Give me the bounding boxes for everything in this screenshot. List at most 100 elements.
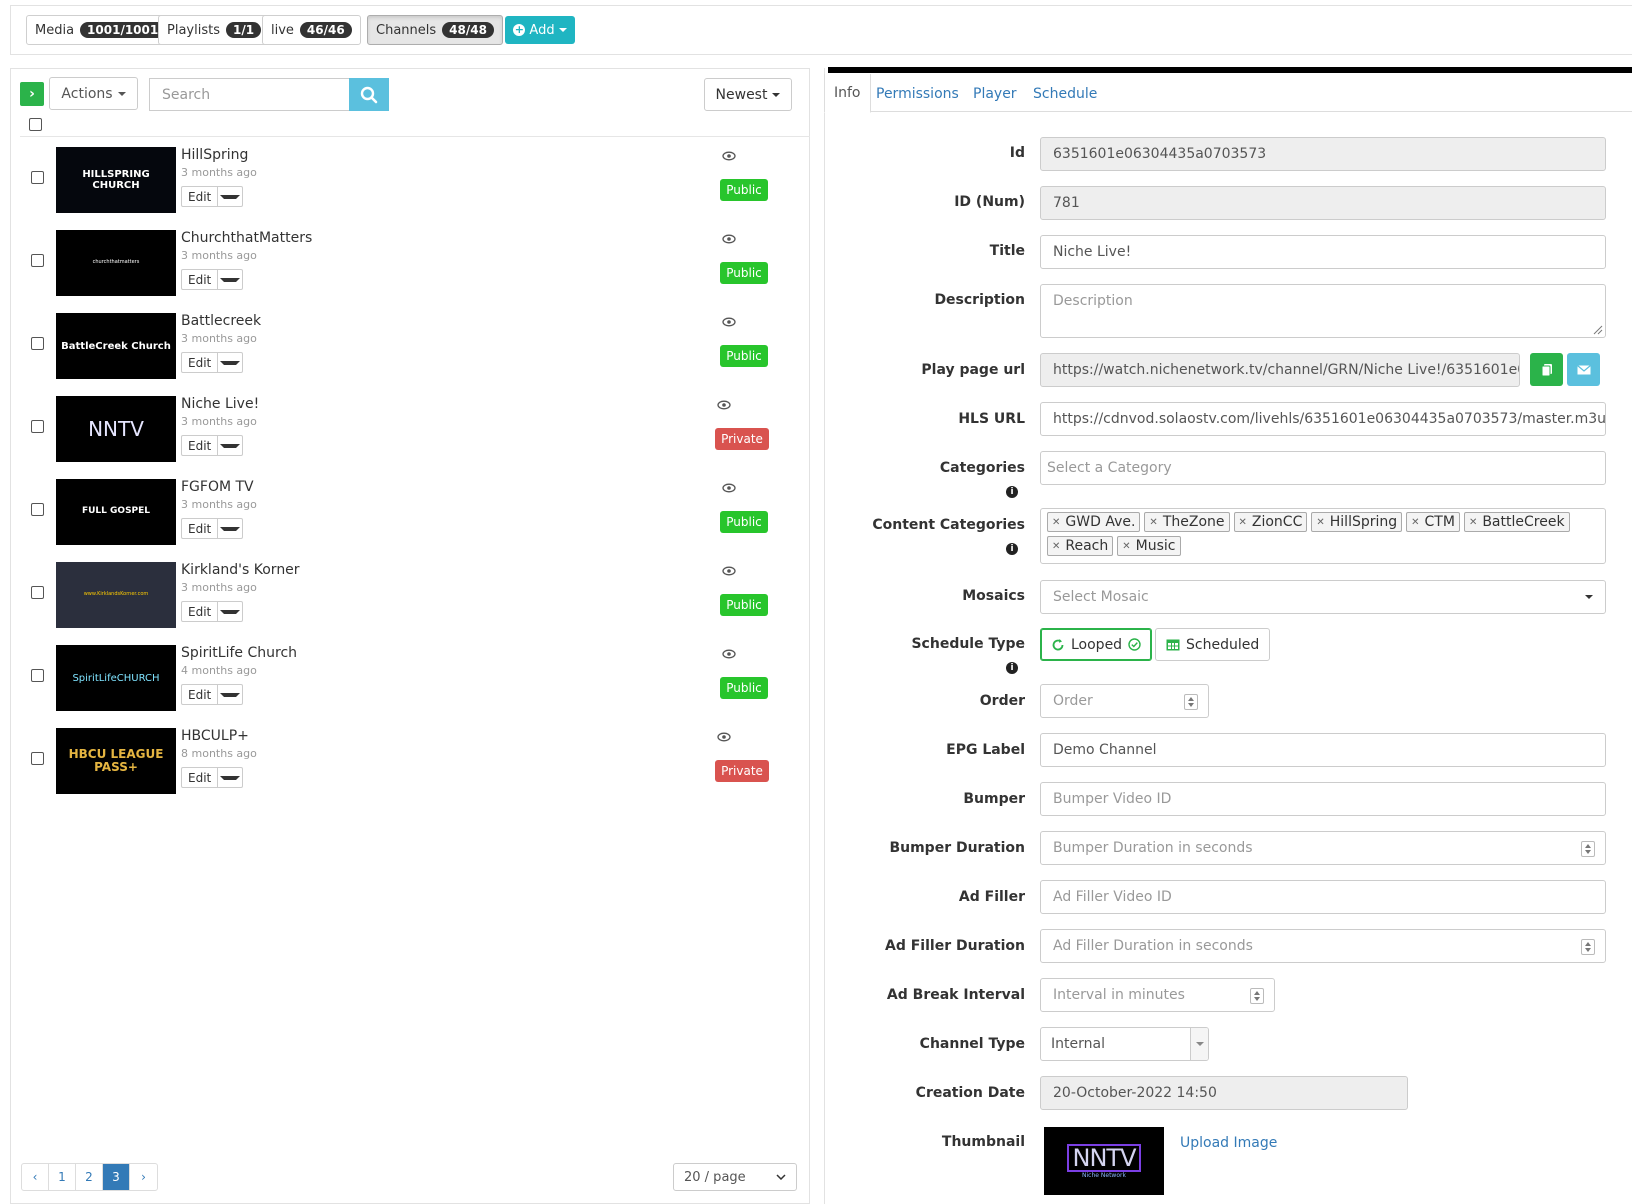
edit-button[interactable]: Edit: [182, 436, 217, 455]
channel-type-select[interactable]: Internal: [1040, 1027, 1209, 1061]
row-checkbox[interactable]: [31, 420, 44, 433]
edit-dropdown-toggle[interactable]: [217, 353, 242, 372]
channel-row[interactable]: SpiritLifeCHURCH SpiritLife Church 4 month…: [20, 639, 790, 722]
upload-image-link[interactable]: Upload Image: [1180, 1135, 1277, 1151]
edit-button[interactable]: Edit: [182, 602, 217, 621]
search-input[interactable]: Search: [149, 78, 349, 111]
channel-title[interactable]: Niche Live!: [181, 396, 259, 412]
channel-thumbnail[interactable]: HBCU LEAGUE PASS+: [56, 728, 176, 794]
row-checkbox[interactable]: [31, 586, 44, 599]
epg-label-input[interactable]: Demo Channel: [1040, 733, 1606, 767]
expand-button[interactable]: ›: [20, 82, 44, 106]
pagination-prev[interactable]: ‹: [22, 1164, 49, 1190]
pagination-page-2[interactable]: 2: [76, 1164, 103, 1190]
channel-thumbnail[interactable]: BattleCreek Church: [56, 313, 176, 379]
edit-button[interactable]: Edit: [182, 685, 217, 704]
info-icon[interactable]: i: [1006, 662, 1018, 674]
edit-button[interactable]: Edit: [182, 353, 217, 372]
remove-tag-icon[interactable]: ✕: [1052, 517, 1060, 528]
row-checkbox[interactable]: [31, 669, 44, 682]
row-checkbox[interactable]: [31, 171, 44, 184]
edit-dropdown-toggle[interactable]: [217, 270, 242, 289]
row-checkbox[interactable]: [31, 752, 44, 765]
channel-thumbnail[interactable]: FULL GOSPEL: [56, 479, 176, 545]
channel-title[interactable]: FGFOM TV: [181, 479, 254, 495]
pagination-page-3[interactable]: 3: [103, 1164, 130, 1190]
per-page-select[interactable]: 20 / page: [673, 1163, 797, 1191]
remove-tag-icon[interactable]: ✕: [1469, 517, 1477, 528]
edit-dropdown-toggle[interactable]: [217, 685, 242, 704]
channel-title[interactable]: HBCULP+: [181, 728, 249, 744]
email-url-button[interactable]: [1567, 353, 1600, 386]
description-textarea[interactable]: Description: [1040, 284, 1606, 338]
spinner-icon[interactable]: [1581, 939, 1595, 955]
add-button[interactable]: + Add: [505, 16, 575, 44]
remove-tag-icon[interactable]: ✕: [1052, 541, 1060, 552]
search-button[interactable]: [349, 78, 389, 111]
channel-row[interactable]: HBCU LEAGUE PASS+ HBCULP+ 8 months ago Edit…: [20, 722, 790, 805]
channel-thumbnail[interactable]: HILLSPRING CHURCH: [56, 147, 176, 213]
tab-info[interactable]: Info: [824, 74, 871, 113]
channel-thumbnail[interactable]: SpiritLifeCHURCH: [56, 645, 176, 711]
remove-tag-icon[interactable]: ✕: [1239, 517, 1247, 528]
copy-url-button[interactable]: [1530, 353, 1563, 386]
remove-tag-icon[interactable]: ✕: [1411, 517, 1419, 528]
bumper-duration-input[interactable]: Bumper Duration in seconds: [1040, 831, 1606, 865]
tab-player[interactable]: Player: [964, 74, 1026, 113]
row-checkbox[interactable]: [31, 337, 44, 350]
hls-url-field[interactable]: https://cdnvod.solaostv.com/livehls/6351…: [1040, 402, 1606, 436]
channel-thumbnail[interactable]: www.KirklandsKorner.com: [56, 562, 176, 628]
edit-dropdown-toggle[interactable]: [217, 602, 242, 621]
edit-button[interactable]: Edit: [182, 519, 217, 538]
ad-filler-input[interactable]: Ad Filler Video ID: [1040, 880, 1606, 914]
pagination-page-1[interactable]: 1: [49, 1164, 76, 1190]
sort-dropdown[interactable]: Newest: [704, 78, 792, 111]
edit-button[interactable]: Edit: [182, 270, 217, 289]
scheduled-button[interactable]: Scheduled: [1155, 628, 1271, 661]
channel-title[interactable]: Battlecreek: [181, 313, 261, 329]
channel-row[interactable]: HILLSPRING CHURCH HillSpring 3 months ago E…: [20, 141, 790, 224]
spinner-icon[interactable]: [1250, 988, 1264, 1004]
remove-tag-icon[interactable]: ✕: [1316, 517, 1324, 528]
row-checkbox[interactable]: [31, 254, 44, 267]
channel-title[interactable]: Kirkland's Korner: [181, 562, 300, 578]
channel-title[interactable]: HillSpring: [181, 147, 248, 163]
tab-channels[interactable]: Channels 48/48: [367, 15, 503, 45]
ad-break-input[interactable]: Interval in minutes: [1040, 978, 1275, 1012]
edit-dropdown-toggle[interactable]: [217, 519, 242, 538]
channel-row[interactable]: churchthatmatters ChurchthatMatters 3 mont…: [20, 224, 790, 307]
tab-permissions[interactable]: Permissions: [867, 74, 968, 113]
select-all-checkbox[interactable]: [29, 118, 42, 131]
looped-button[interactable]: Looped: [1040, 628, 1153, 661]
categories-select[interactable]: Select a Category: [1040, 451, 1606, 485]
channel-title[interactable]: ChurchthatMatters: [181, 230, 312, 246]
mosaics-select[interactable]: Select Mosaic: [1040, 580, 1606, 614]
tab-schedule[interactable]: Schedule: [1024, 74, 1106, 113]
spinner-icon[interactable]: [1581, 841, 1595, 857]
remove-tag-icon[interactable]: ✕: [1122, 541, 1130, 552]
channel-row[interactable]: FULL GOSPEL FGFOM TV 3 months ago Edit Publi…: [20, 473, 790, 556]
title-input[interactable]: Niche Live!: [1040, 235, 1606, 269]
channel-title[interactable]: SpiritLife Church: [181, 645, 297, 661]
channel-row[interactable]: www.KirklandsKorner.com Kirkland's Korner…: [20, 556, 790, 639]
actions-dropdown[interactable]: Actions: [49, 77, 138, 110]
edit-button[interactable]: Edit: [182, 187, 217, 206]
edit-dropdown-toggle[interactable]: [217, 768, 242, 787]
remove-tag-icon[interactable]: ✕: [1149, 517, 1157, 528]
info-icon[interactable]: i: [1006, 486, 1018, 498]
channel-row[interactable]: BattleCreek Church Battlecreek 3 months ag…: [20, 307, 790, 390]
channel-thumbnail[interactable]: churchthatmatters: [56, 230, 176, 296]
ad-filler-duration-input[interactable]: Ad Filler Duration in seconds: [1040, 929, 1606, 963]
order-input[interactable]: Order: [1040, 684, 1209, 718]
content-categories-multiselect[interactable]: ✕ GWD Ave. ✕ TheZone ✕ ZionCC ✕ HillSpring ✕ CTM ✕…: [1040, 508, 1606, 564]
channel-row[interactable]: NNTV Niche Live! 3 months ago Edit Private: [20, 390, 790, 473]
spinner-icon[interactable]: [1184, 694, 1198, 710]
edit-dropdown-toggle[interactable]: [217, 187, 242, 206]
edit-dropdown-toggle[interactable]: [217, 436, 242, 455]
pagination-next[interactable]: ›: [130, 1164, 157, 1190]
tab-live[interactable]: live 46/46: [262, 15, 361, 45]
tab-playlists[interactable]: Playlists 1/1: [158, 15, 271, 45]
channel-thumbnail[interactable]: NNTV: [56, 396, 176, 462]
info-icon[interactable]: i: [1006, 543, 1018, 555]
row-checkbox[interactable]: [31, 503, 44, 516]
